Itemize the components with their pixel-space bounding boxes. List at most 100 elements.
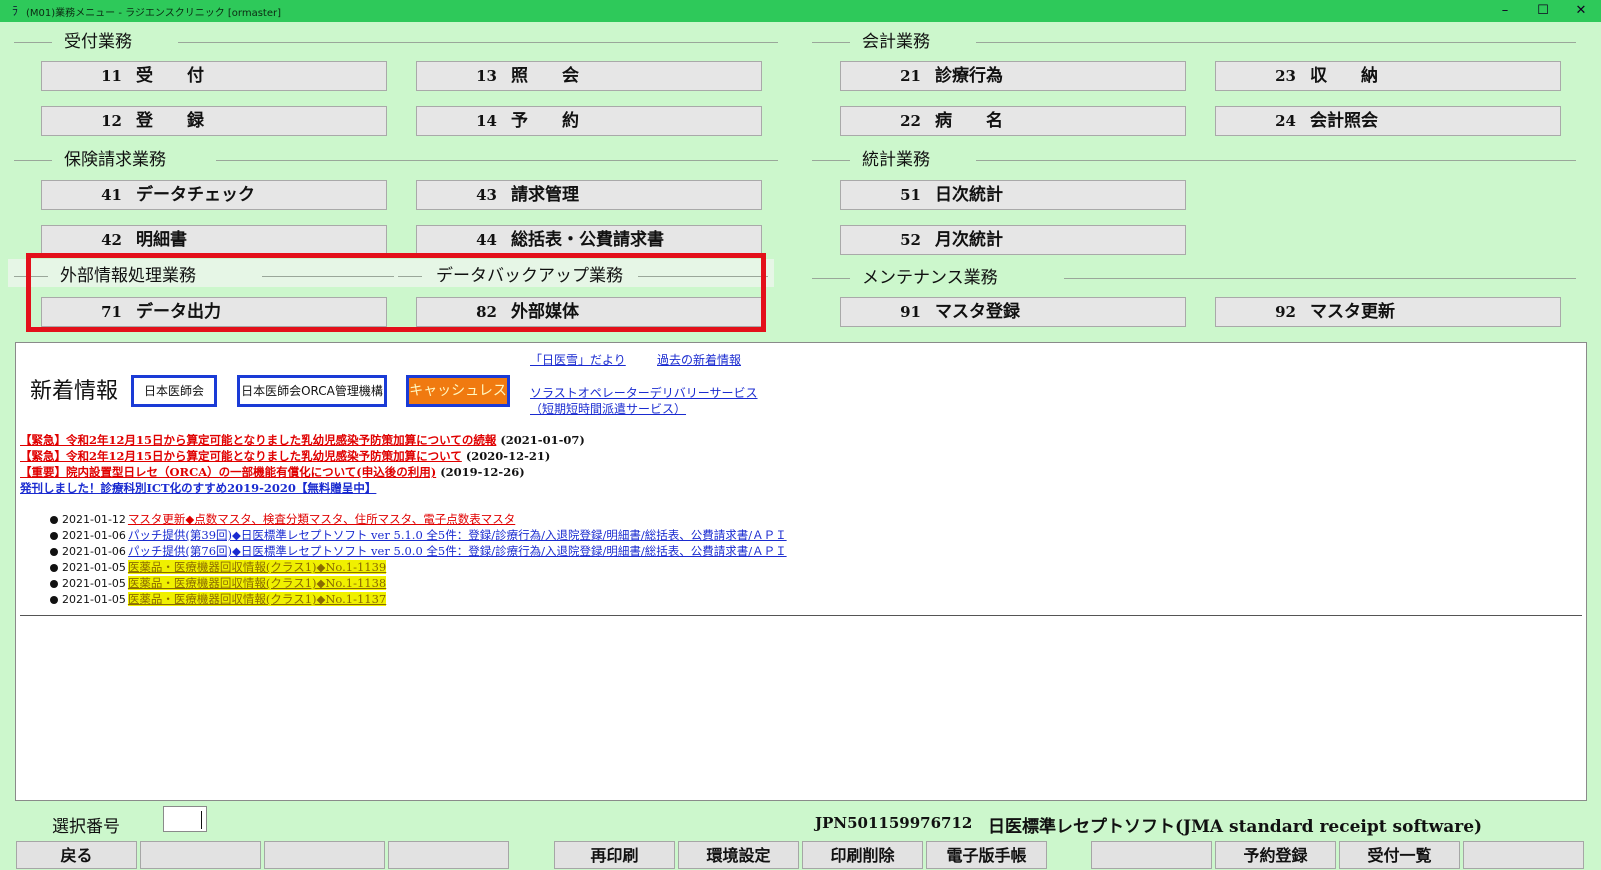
menu-button-92[interactable]: 92 マスタ更新 [1215,297,1561,327]
bullet-icon [50,548,58,556]
menu-button-24-num: 24 [1275,112,1296,130]
news-item-date: 2021-01-06 [62,529,126,542]
menu-button-22-label: 病 名 [935,111,1003,131]
menu-button-82[interactable]: 82 外部媒体 [416,297,762,327]
bullet-icon [50,596,58,604]
menu-button-21-num: 21 [900,67,921,85]
menu-button-71-label: データ出力 [136,302,221,322]
menu-button-52[interactable]: 52 月次統計 [840,225,1186,255]
menu-button-23-num: 23 [1275,67,1296,85]
bullet-icon [50,564,58,572]
menu-button-12[interactable]: 12 登 録 [41,106,387,136]
news-item-text[interactable]: パッチ提供(第76回)◆日医標準レセプトソフト ver 5.0.0 全5件：登録… [128,544,787,558]
news-item-text[interactable]: 医薬品・医療機器回収情報(クラス1)◆No.1-1138 [127,576,387,590]
maximize-icon[interactable]: ☐ [1524,0,1562,22]
menu-button-51[interactable]: 51 日次統計 [840,180,1186,210]
menu-button-14[interactable]: 14 予 約 [416,106,762,136]
news-line-date: (2019-12-26) [440,465,525,479]
menu-button-23[interactable]: 23 収 納 [1215,61,1561,91]
news-line[interactable]: 発刊しました！診療科別ICT化のすすめ2019-2020【無料贈呈中】 [20,480,376,496]
menu-button-43[interactable]: 43 請求管理 [416,180,762,210]
f9-button[interactable] [1091,841,1212,869]
reception-list-button[interactable]: 受付一覧 [1339,841,1460,869]
news-item[interactable]: 2021-01-05 医薬品・医療機器回収情報(クラス1)◆No.1-1138 [50,575,387,591]
past-news-link[interactable]: 過去の新着情報 [657,351,741,368]
e-notebook-button[interactable]: 電子版手帳 [926,841,1047,869]
menu-button-82-label: 外部媒体 [511,302,579,322]
f4-button[interactable] [388,841,509,869]
menu-button-82-num: 82 [476,303,497,321]
news-line-text[interactable]: 【緊急】令和2年12月15日から算定可能となりました乳幼児感染予防策加算について… [20,433,496,447]
menu-button-12-num: 12 [101,112,122,130]
menu-button-41-num: 41 [101,186,122,204]
news-line-text[interactable]: 【重要】院内設置型日レセ（ORCA）の一部機能有償化について(申込後の利用) [20,465,436,479]
menu-button-13[interactable]: 13 照 会 [416,61,762,91]
menu-button-11[interactable]: 11 受 付 [41,61,387,91]
menu-button-43-num: 43 [476,186,497,204]
news-line-text[interactable]: 【緊急】令和2年12月15日から算定可能となりました乳幼児感染予防策加算について [20,449,462,463]
menu-button-41[interactable]: 41 データチェック [41,180,387,210]
window-title: (M01)業務メニュー - ラジエンスクリニック [ormaster] [26,7,282,19]
menu-button-41-label: データチェック [136,185,255,205]
f12-button[interactable] [1463,841,1584,869]
menu-button-22[interactable]: 22 病 名 [840,106,1186,136]
reserve-register-button[interactable]: 予約登録 [1215,841,1336,869]
cashless-link-button[interactable]: キャッシュレス [406,375,510,407]
back-button[interactable]: 戻る [16,841,137,869]
f3-button[interactable] [264,841,385,869]
news-item[interactable]: 2021-01-05 医薬品・医療機器回収情報(クラス1)◆No.1-1137 [50,591,387,607]
section-hoken-label: 保険請求業務 [64,150,166,170]
close-icon[interactable]: ✕ [1562,0,1600,22]
news-title: 新着情報 [30,379,119,404]
section-gaibu: 外部情報処理業務 [14,265,394,287]
menu-button-44[interactable]: 44 総括表・公費請求書 [416,225,762,255]
menu-button-91-num: 91 [900,303,921,321]
solast-link[interactable]: ソラストオペレーターデリバリーサービス [530,384,758,401]
section-kaikei: 会計業務 [812,31,1576,53]
section-hoken: 保険請求業務 [14,149,778,171]
news-item-text[interactable]: 医薬品・医療機器回収情報(クラス1)◆No.1-1139 [127,560,387,574]
section-toukei-label: 統計業務 [862,150,930,170]
window-titlebar: ﾗ (M01)業務メニュー - ラジエンスクリニック [ormaster] – … [0,0,1601,22]
app-icon: ﾗ [11,4,18,18]
bullet-icon [50,532,58,540]
menu-button-13-label: 照 会 [511,66,579,86]
news-item-text[interactable]: マスタ更新◆点数マスタ、検査分類マスタ、住所マスタ、電子点数表マスタ [128,512,515,526]
menu-button-91[interactable]: 91 マスタ登録 [840,297,1186,327]
bullet-icon [50,580,58,588]
minimize-icon[interactable]: – [1486,0,1524,22]
news-item[interactable]: 2021-01-12 マスタ更新◆点数マスタ、検査分類マスタ、住所マスタ、電子点数… [50,511,515,527]
menu-button-24[interactable]: 24 会計照会 [1215,106,1561,136]
section-kaikei-label: 会計業務 [862,32,930,52]
reprint-button[interactable]: 再印刷 [554,841,675,869]
news-line[interactable]: 【重要】院内設置型日レセ（ORCA）の一部機能有償化について(申込後の利用) (… [20,464,525,480]
nichii-newsletter-link[interactable]: 「日医雪」だより [530,351,626,368]
news-line-text[interactable]: 発刊しました！診療科別ICT化のすすめ2019-2020【無料贈呈中】 [20,481,376,495]
menu-button-71-num: 71 [101,303,122,321]
select-number-input[interactable] [163,806,207,832]
news-line[interactable]: 【緊急】令和2年12月15日から算定可能となりました乳幼児感染予防策加算について… [20,432,585,448]
menu-button-43-label: 請求管理 [511,185,579,205]
news-item-text[interactable]: パッチ提供(第39回)◆日医標準レセプトソフト ver 5.1.0 全5件：登録… [128,528,787,542]
f2-button[interactable] [140,841,261,869]
jma-link-button[interactable]: 日本医師会 [131,375,217,407]
solast-link-sub[interactable]: （短期短時間派遣サービス） [530,400,686,417]
menu-button-71[interactable]: 71 データ出力 [41,297,387,327]
section-uketsuke: 受付業務 [14,31,778,53]
news-item[interactable]: 2021-01-06 パッチ提供(第39回)◆日医標準レセプトソフト ver 5.… [50,527,787,543]
menu-button-42[interactable]: 42 明細書 [41,225,387,255]
news-line[interactable]: 【緊急】令和2年12月15日から算定可能となりました乳幼児感染予防策加算について… [20,448,550,464]
news-item[interactable]: 2021-01-06 パッチ提供(第76回)◆日医標準レセプトソフト ver 5.… [50,543,787,559]
env-settings-button[interactable]: 環境設定 [678,841,799,869]
menu-button-21[interactable]: 21 診療行為 [840,61,1186,91]
news-item-text[interactable]: 医薬品・医療機器回収情報(クラス1)◆No.1-1137 [127,592,387,606]
menu-button-44-label: 総括表・公費請求書 [511,230,664,250]
orca-link-button[interactable]: 日本医師会ORCA管理機構 [237,375,387,407]
news-item[interactable]: 2021-01-05 医薬品・医療機器回収情報(クラス1)◆No.1-1139 [50,559,387,575]
menu-button-51-label: 日次統計 [935,185,1003,205]
menu-button-14-num: 14 [476,112,497,130]
menu-button-51-num: 51 [900,186,921,204]
menu-button-44-num: 44 [476,231,497,249]
menu-button-91-label: マスタ登録 [935,302,1020,322]
print-delete-button[interactable]: 印刷削除 [802,841,923,869]
